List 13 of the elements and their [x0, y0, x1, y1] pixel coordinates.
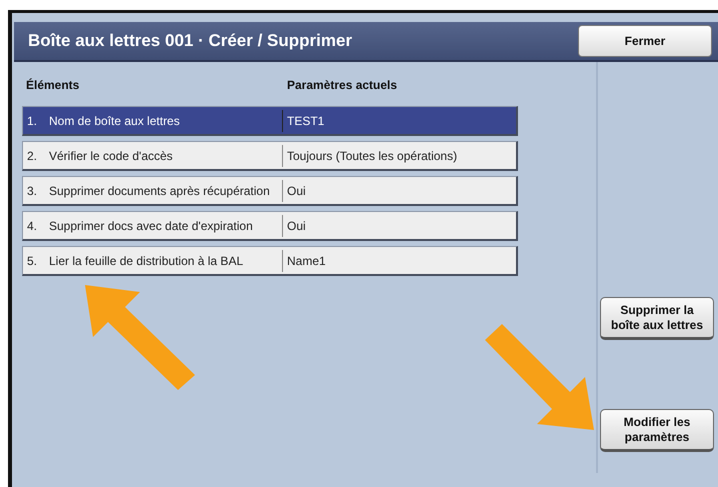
side-button[interactable]: Modifier les paramètres	[600, 409, 714, 452]
side-button[interactable]: Supprimer la boîte aux lettres	[600, 297, 714, 340]
setting-row[interactable]: 1. Nom de boîte aux lettres TEST1	[22, 106, 518, 136]
setting-row[interactable]: 3. Supprimer documents après récupération Oui	[22, 176, 518, 206]
column-header: Paramètres actuels	[287, 77, 398, 94]
window-title: Boîte aux lettres 001 · Créer / Supprimer	[28, 30, 354, 52]
close-button[interactable]: Fermer	[578, 25, 712, 57]
column-header: Éléments	[25, 77, 80, 94]
setting-row[interactable]: 2. Vérifier le code d'accès Toujours (Toutes les opérations)	[22, 141, 518, 171]
setting-row[interactable]: 4. Supprimer docs avec date d'expiration Oui	[22, 211, 518, 241]
setting-row[interactable]: 5. Lier la feuille de distribution à la BAL Name1	[22, 246, 518, 276]
arrow-icon	[85, 285, 195, 390]
arrow-icon	[485, 324, 594, 430]
